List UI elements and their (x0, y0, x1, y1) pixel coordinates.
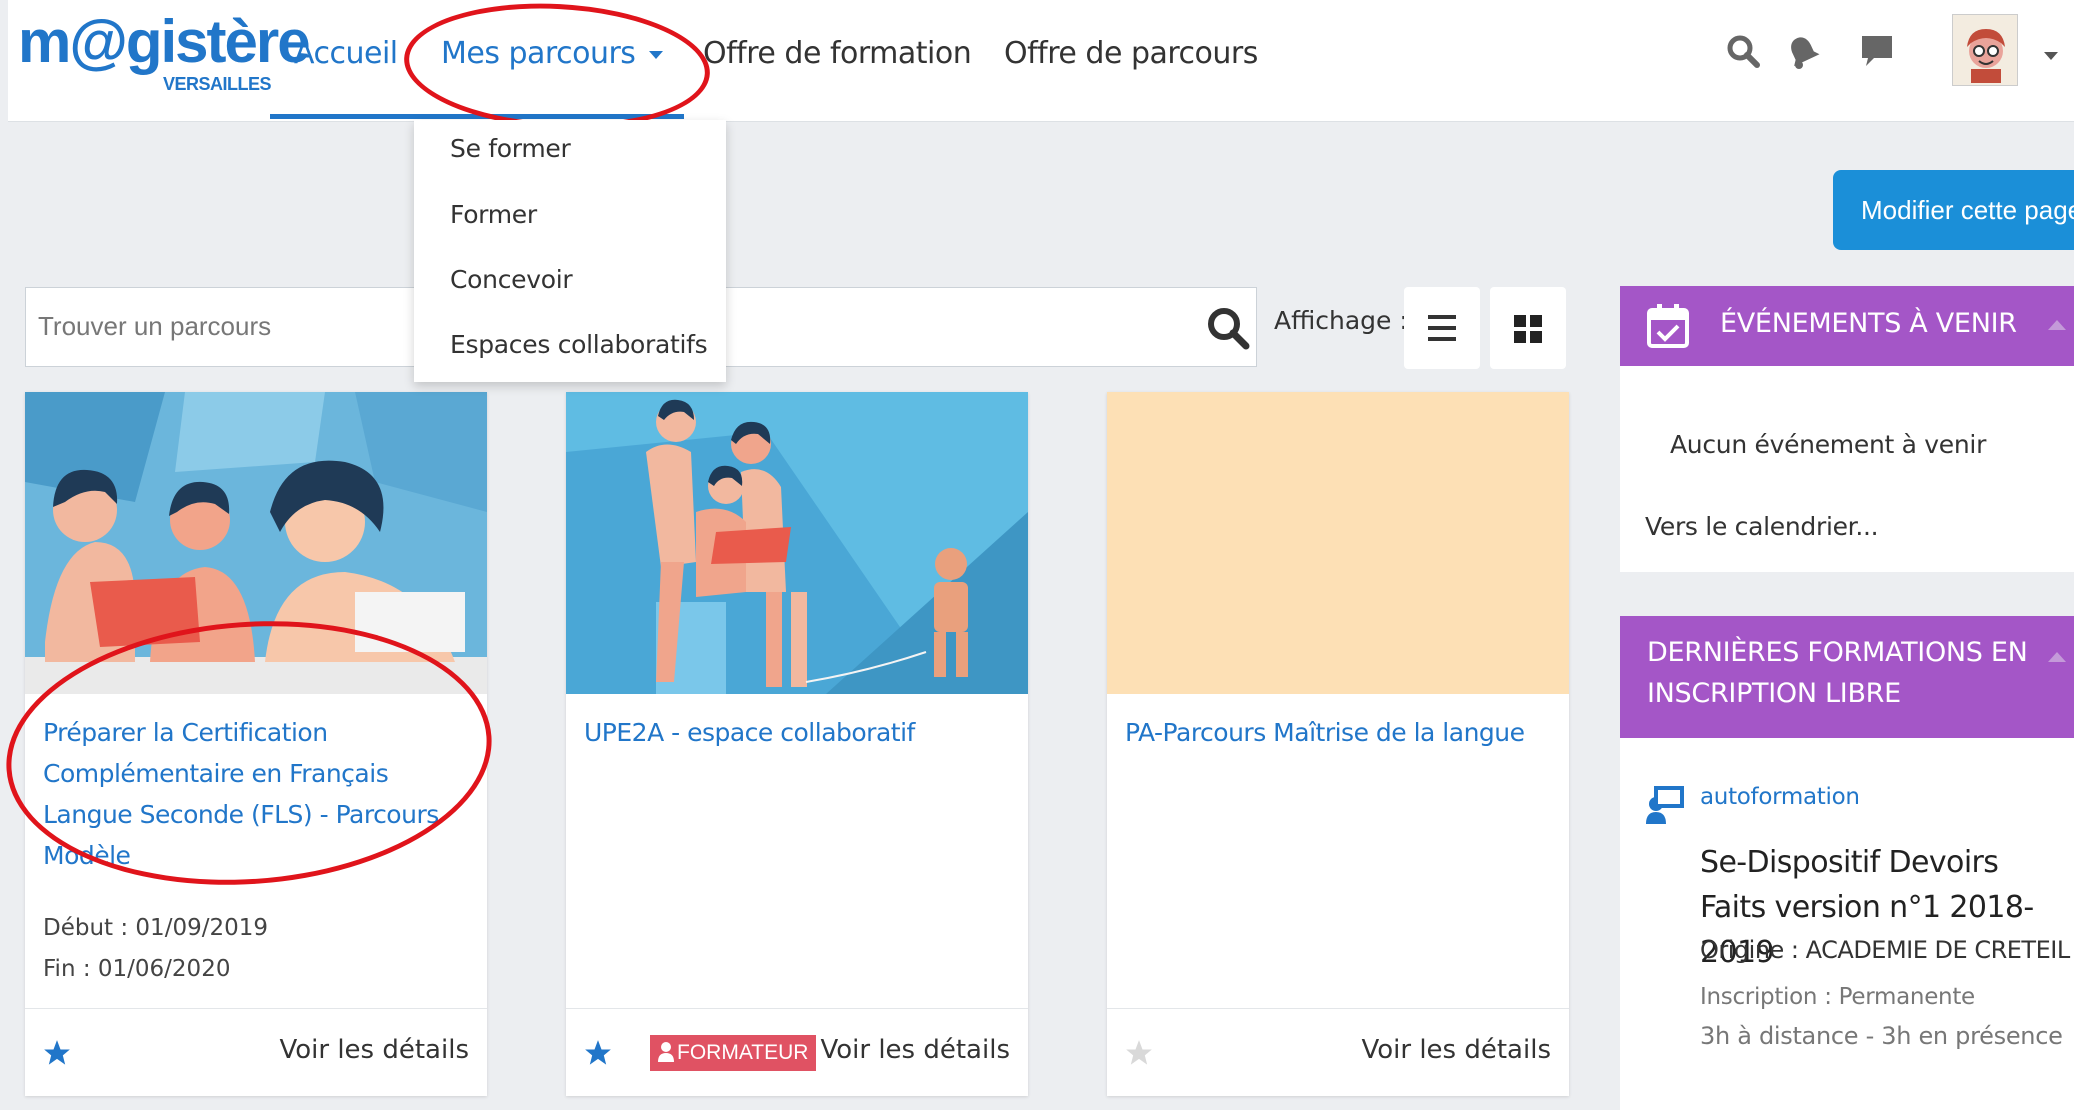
events-panel-header[interactable]: ÉVÉNEMENTS À VENIR (1620, 286, 2074, 366)
formations-panel: DERNIÈRES FORMATIONS EN INSCRIPTION LIBR… (1620, 616, 2074, 1110)
role-badge-label: FORMATEUR (677, 1041, 809, 1064)
list-view-icon (1428, 315, 1456, 341)
role-badge: FORMATEUR (650, 1035, 817, 1071)
view-details-link[interactable]: Voir les détails (820, 1035, 1010, 1065)
formation-type-link[interactable]: autoformation (1700, 784, 1860, 810)
grid-view-button[interactable] (1490, 287, 1566, 369)
mes-parcours-dropdown: Se former Former Concevoir Espaces colla… (414, 120, 726, 382)
course-dates: Début : 01/09/2019 Fin : 01/06/2020 (43, 908, 268, 990)
card-footer: Voir les détails (1107, 1008, 1569, 1096)
view-details-link[interactable]: Voir les détails (1361, 1035, 1551, 1065)
course-start-date: Début : 01/09/2019 (43, 915, 268, 941)
collapse-icon[interactable] (2048, 320, 2066, 330)
bell-icon[interactable] (1786, 34, 1820, 75)
display-mode-label: Affichage : (1274, 306, 1408, 335)
dropdown-item-espaces-collaboratifs[interactable]: Espaces collaboratifs (450, 330, 708, 359)
dropdown-item-former[interactable]: Former (450, 200, 537, 229)
modify-page-button[interactable]: Modifier cette page (1833, 170, 2074, 250)
calendar-icon (1646, 302, 1690, 353)
list-view-button[interactable] (1404, 287, 1480, 369)
search-icon[interactable] (1726, 34, 1760, 73)
course-card[interactable]: PA-Parcours Maîtrise de la langue Voir l… (1107, 392, 1569, 1096)
course-title[interactable]: UPE2A - espace collaboratif (584, 712, 1014, 753)
user-menu-chevron-icon[interactable] (2044, 52, 2058, 60)
course-image (566, 392, 1028, 694)
card-footer: Voir les détails (25, 1008, 487, 1096)
nav-offre-formation[interactable]: Offre de formation (703, 36, 972, 71)
events-panel: ÉVÉNEMENTS À VENIR Aucun événement à ven… (1620, 286, 2074, 572)
view-details-link[interactable]: Voir les détails (279, 1035, 469, 1065)
avatar[interactable] (1952, 14, 2018, 86)
course-card[interactable]: UPE2A - espace collaboratif FORMATEUR Vo… (566, 392, 1028, 1096)
star-icon[interactable] (43, 1039, 71, 1072)
star-icon[interactable] (584, 1039, 612, 1072)
top-header: m@gistère VERSAILLES Accueil Mes parcour… (8, 0, 2074, 122)
dropdown-item-concevoir[interactable]: Concevoir (450, 265, 573, 294)
presentation-icon (1646, 784, 1686, 829)
card-footer: FORMATEUR Voir les détails (566, 1008, 1028, 1096)
logo-subtitle: VERSAILLES (163, 74, 272, 94)
course-end-date: Fin : 01/06/2020 (43, 956, 231, 982)
course-title[interactable]: PA-Parcours Maîtrise de la langue (1125, 712, 1555, 753)
chat-icon[interactable] (1860, 34, 1894, 73)
grid-view-icon (1514, 315, 1542, 343)
calendar-link[interactable]: Vers le calendrier... (1645, 512, 1879, 541)
star-icon[interactable] (1125, 1039, 1153, 1072)
nav-offre-parcours[interactable]: Offre de parcours (1004, 36, 1258, 71)
formations-panel-header[interactable]: DERNIÈRES FORMATIONS EN INSCRIPTION LIBR… (1620, 616, 2074, 738)
course-image (1107, 392, 1569, 694)
magistere-logo[interactable]: m@gistère VERSAILLES (18, 8, 311, 95)
user-icon (658, 1042, 674, 1062)
no-events-text: Aucun événement à venir (1670, 430, 1987, 459)
collapse-icon[interactable] (2048, 652, 2066, 662)
search-icon[interactable] (1206, 306, 1250, 355)
events-panel-title: ÉVÉNEMENTS À VENIR (1720, 308, 2017, 339)
logo-text: m@gistère (18, 8, 311, 75)
formations-panel-title: DERNIÈRES FORMATIONS EN INSCRIPTION LIBR… (1647, 637, 2028, 709)
formation-duration: 3h à distance - 3h en présence (1700, 1022, 2063, 1050)
formation-inscription: Inscription : Permanente (1700, 984, 1975, 1010)
nav-accueil[interactable]: Accueil (294, 36, 398, 71)
dropdown-item-se-former[interactable]: Se former (450, 134, 571, 163)
formation-origin: Origine : ACADEMIE DE CRETEIL (1700, 936, 2070, 964)
